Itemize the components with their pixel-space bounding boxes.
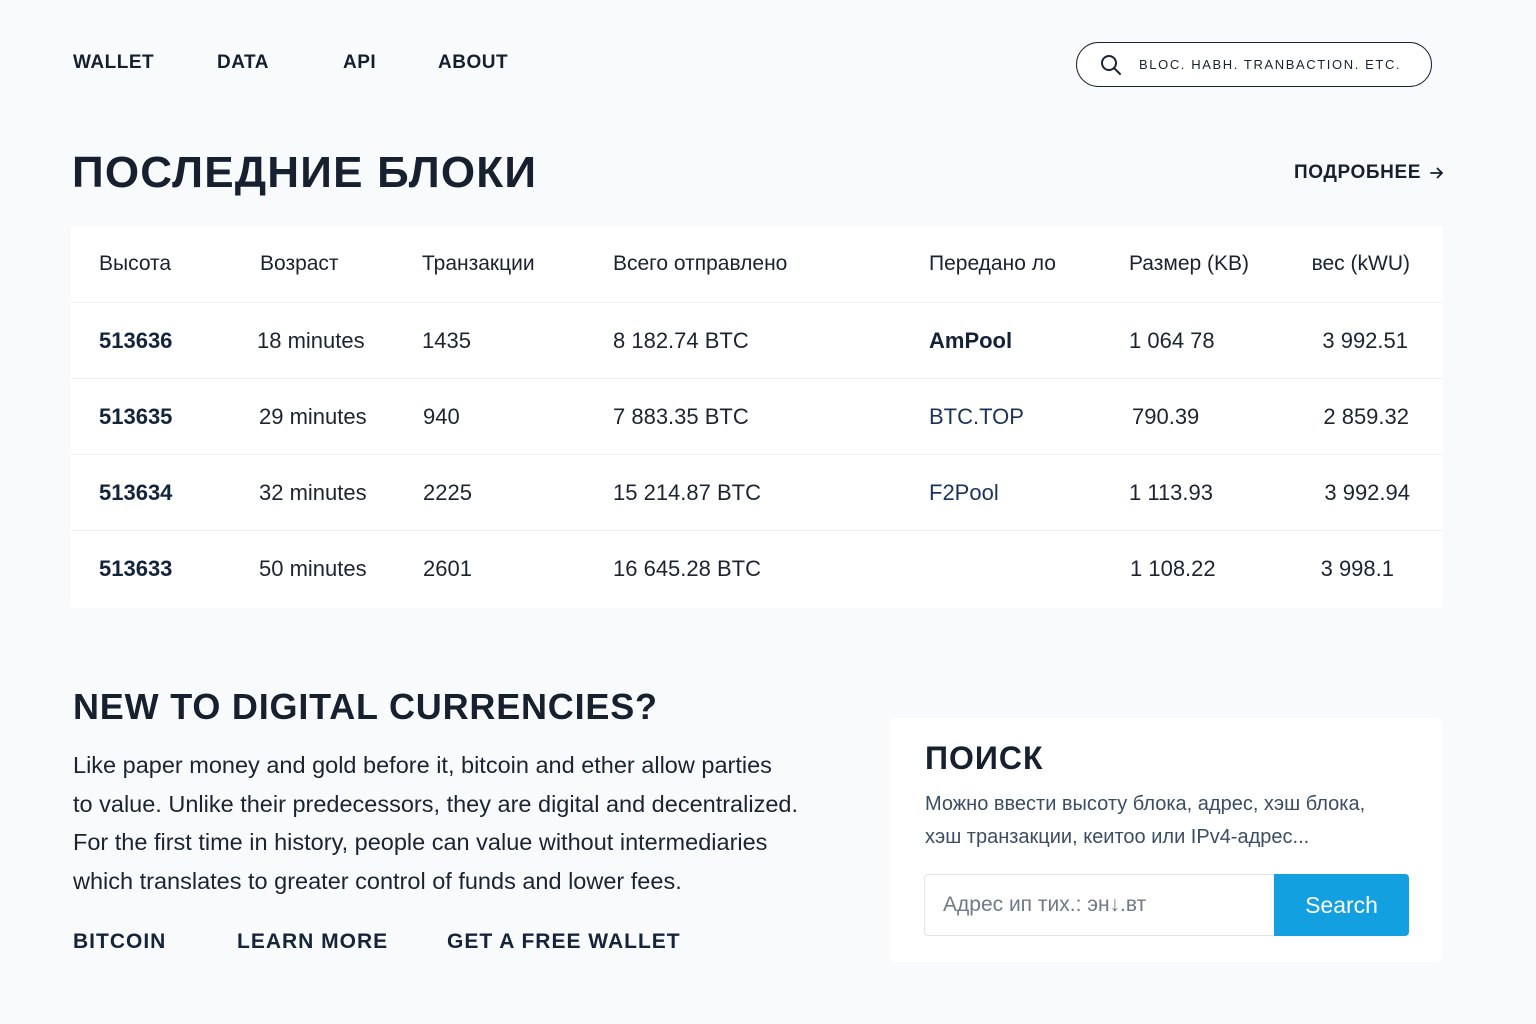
search-card: ПОИСК Можно ввести высоту блока, адрес, … [890, 718, 1442, 962]
search-card-input[interactable] [924, 874, 1276, 936]
col-total-sent[interactable]: Всего отправлено [613, 226, 787, 302]
intro-title: NEW TO DIGITAL CURRENCIES? [73, 686, 658, 727]
block-total-sent: 8 182.74 BTC [613, 328, 749, 353]
block-height-link[interactable]: 513634 [99, 455, 172, 531]
block-height-link[interactable]: 513636 [99, 303, 172, 379]
search-button[interactable]: Search [1274, 874, 1409, 936]
block-pool-link[interactable]: AmPool [929, 303, 1012, 379]
arrow-right-icon [1430, 167, 1443, 179]
nav-data[interactable]: DATA [217, 52, 269, 74]
block-age: 32 minutes [259, 480, 367, 505]
block-tx-count: 2225 [423, 480, 472, 505]
learn-more-link[interactable]: LEARN MORE [237, 930, 388, 954]
intro-line: For the first time in history, people ca… [73, 829, 768, 855]
block-pool-link[interactable]: F2Pool [929, 455, 999, 531]
search-icon[interactable] [1099, 53, 1123, 77]
block-pool-link[interactable]: BTC.TOP [929, 379, 1024, 455]
blocks-table: Высота Возраст Транзакции Всего отправле… [71, 226, 1443, 608]
block-tx-count: 1435 [422, 328, 471, 353]
block-size: 1 064 78 [1129, 328, 1215, 353]
block-age: 50 minutes [259, 556, 367, 581]
header-search [1076, 42, 1432, 87]
search-card-description-line: Можно ввести высоту блока, адрес, хэш бл… [925, 793, 1366, 815]
block-tx-count: 940 [423, 404, 460, 429]
block-age: 18 minutes [257, 328, 365, 353]
col-weight[interactable]: вес (kWU) [1312, 226, 1410, 302]
header-search-input[interactable] [1139, 57, 1419, 72]
col-relayed-by[interactable]: Передано ло [929, 226, 1056, 302]
block-weight: 2 859.32 [1323, 404, 1409, 429]
block-size: 1 108.22 [1130, 556, 1216, 581]
block-height-link[interactable]: 513635 [99, 379, 172, 455]
intro-line: which translates to greater control of f… [73, 867, 682, 894]
col-age[interactable]: Возраст [260, 226, 339, 302]
more-link-label: ПОДРОБНЕЕ [1294, 162, 1422, 183]
table-row[interactable]: 513636 18 minutes 1435 8 182.74 BTC AmPo… [71, 302, 1443, 378]
block-height-link[interactable]: 513633 [99, 531, 172, 607]
block-total-sent: 7 883.35 BTC [613, 404, 749, 429]
intro-line: Like paper money and gold before it, bit… [73, 752, 772, 778]
more-link[interactable]: ПОДРОБНЕЕ [1294, 162, 1445, 184]
nav-about[interactable]: ABOUT [438, 52, 508, 74]
col-transactions[interactable]: Транзакции [422, 226, 535, 302]
nav-wallet[interactable]: WALLET [73, 52, 154, 74]
table-row[interactable]: 513634 32 minutes 2225 15 214.87 BTC F2P… [71, 454, 1443, 530]
get-free-wallet-link[interactable]: GET A FREE WALLET [447, 930, 681, 954]
block-tx-count: 2601 [423, 556, 472, 581]
intro-line: to value. Unlike their predecessors, the… [73, 790, 798, 817]
search-card-title: ПОИСК [925, 740, 1044, 776]
block-total-sent: 15 214.87 BTC [613, 480, 761, 505]
search-card-description: Можно ввести высоту блока, адрес, хэш бл… [925, 788, 1425, 854]
col-height[interactable]: Высота [99, 226, 171, 302]
col-size[interactable]: Размер (KB) [1129, 226, 1249, 302]
table-row[interactable]: 513635 29 minutes 940 7 883.35 BTC BTC.T… [71, 378, 1443, 454]
table-header: Высота Возраст Транзакции Всего отправле… [71, 226, 1443, 302]
intro-paragraph: Like paper money and gold before it, bit… [73, 746, 843, 900]
block-weight: 3 992.94 [1324, 480, 1410, 505]
block-age: 29 minutes [259, 404, 367, 429]
nav-api[interactable]: API [343, 52, 376, 74]
table-row[interactable]: 513633 50 minutes 2601 16 645.28 BTC 1 1… [71, 530, 1443, 606]
block-weight: 3 992.51 [1322, 328, 1408, 353]
block-size: 790.39 [1132, 404, 1200, 429]
block-weight: 3 998.1 [1320, 556, 1394, 581]
search-card-description-line: хэш транзакции, кеитоо или IPv4-адрес... [925, 826, 1310, 848]
bitcoin-link[interactable]: BITCOIN [73, 930, 166, 954]
latest-blocks-title: ПОСЛЕДНИЕ БЛОКИ [72, 148, 538, 197]
block-size: 1 113.93 [1129, 480, 1214, 505]
block-total-sent: 16 645.28 BTC [613, 556, 761, 581]
